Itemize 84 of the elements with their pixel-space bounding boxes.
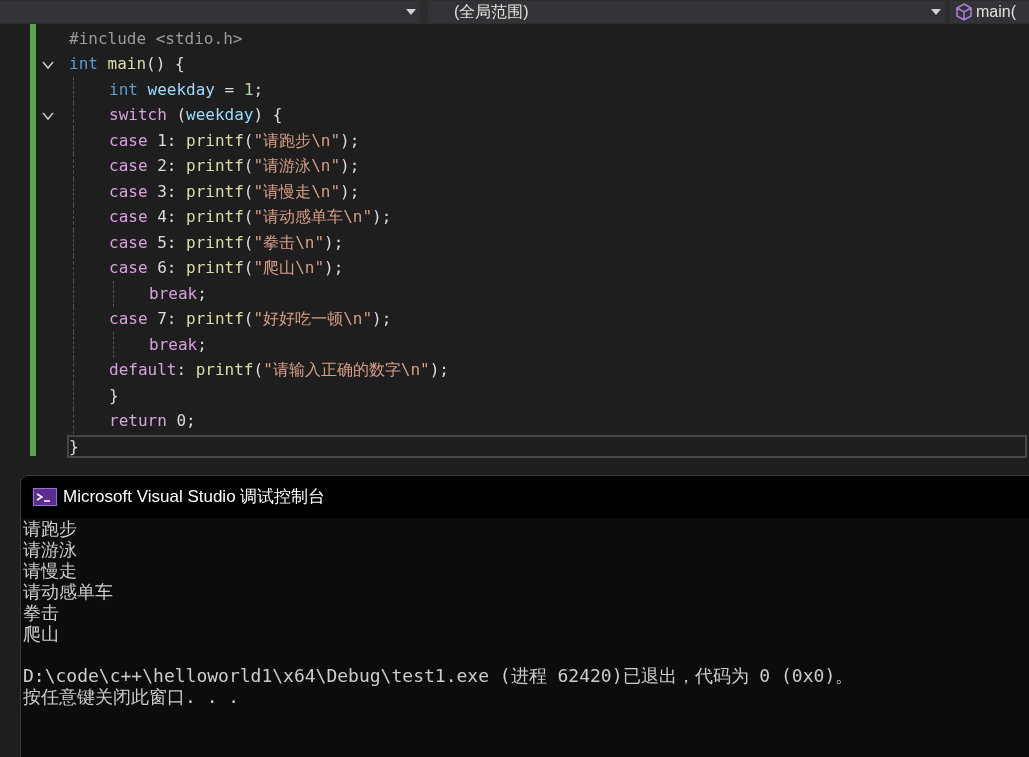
code-token: ); [340, 180, 360, 203]
code-token: printf [186, 155, 244, 178]
code-token: case [109, 180, 148, 203]
console-title: Microsoft Visual Studio 调试控制台 [63, 486, 326, 509]
code-token: "好好吃一顿\n" [253, 308, 373, 331]
console-output-line: 按任意键关闭此窗口. . . [23, 686, 240, 707]
code-token: case [109, 155, 148, 178]
code-token: case [109, 129, 148, 152]
code-token: } [69, 435, 79, 458]
code-token: 4: [156, 206, 178, 229]
code-token: ( [175, 104, 187, 127]
console-output-line: 请慢走 [23, 560, 77, 581]
code-token: "请游泳\n" [253, 155, 341, 178]
code-token: 7: [156, 308, 178, 331]
console-output-line: 爬山 [23, 623, 59, 644]
code-token: "请输入正确的数字\n" [263, 359, 430, 382]
console-output-line: 请游泳 [23, 539, 77, 560]
code-token: int [69, 53, 99, 76]
code-token: ( [243, 231, 254, 254]
code-token: printf [186, 257, 244, 280]
code-token: ; [197, 282, 207, 305]
code-token: printf [186, 180, 244, 203]
code-token: case [109, 257, 148, 280]
code-token: 1 [243, 78, 254, 101]
code-token: () { [146, 53, 185, 76]
code-token: ); [429, 359, 449, 382]
code-token: printf [186, 308, 244, 331]
code-token: "请动感单车\n" [253, 206, 373, 229]
code-token: break [149, 282, 198, 305]
code-token: : [176, 359, 188, 382]
code-token: main [107, 53, 147, 76]
code-token: ( [243, 180, 254, 203]
code-token: #include <stdio.h> [69, 27, 243, 50]
dropdown-caret-icon [406, 9, 416, 15]
code-token: ); [372, 308, 392, 331]
code-token: ; [197, 333, 207, 356]
code-token: ); [340, 129, 360, 152]
code-token: 1: [156, 129, 178, 152]
code-token: "拳击\n" [253, 231, 325, 254]
code-token: "请跑步\n" [253, 129, 341, 152]
code-token: return [109, 410, 167, 433]
code-token: ( [243, 257, 254, 280]
code-token: printf [186, 231, 244, 254]
code-token: ); [324, 231, 344, 254]
scope-dropdown[interactable]: (全局范围) [428, 1, 945, 23]
code-token: 3: [156, 180, 178, 203]
code-token: case [109, 206, 148, 229]
code-token: weekday [186, 104, 254, 127]
code-token: default [109, 359, 177, 382]
code-token: ) { [253, 104, 283, 127]
code-token: switch [109, 104, 167, 127]
code-token: ( [243, 308, 254, 331]
code-token: 5: [156, 231, 178, 254]
code-token: printf [186, 206, 244, 229]
code-token: "爬山\n" [253, 257, 325, 280]
code-token: int [109, 78, 139, 101]
code-token: 6: [156, 257, 178, 280]
console-app-icon [33, 488, 57, 506]
code-token: ( [243, 129, 254, 152]
code-token: = [223, 78, 236, 101]
code-token: break [149, 333, 198, 356]
code-token: } [109, 384, 119, 407]
code-token: case [109, 308, 148, 331]
code-token: ( [243, 206, 254, 229]
code-token: ( [253, 359, 264, 382]
code-token: 0; [175, 410, 196, 433]
code-token: case [109, 231, 148, 254]
code-token: printf [186, 129, 244, 152]
console-output-line: D:\code\c++\helloworld1\x64\Debug\test1.exe (进程 62420)已退出，代码为 0 (0x0)。 [23, 665, 854, 686]
code-token: ); [324, 257, 344, 280]
code-token: "请慢走\n" [253, 180, 341, 203]
code-token: ); [372, 206, 392, 229]
code-token: ( [243, 155, 254, 178]
code-token: printf [195, 359, 254, 382]
console-output-line: 拳击 [23, 602, 59, 623]
code-token: ; [253, 78, 264, 101]
console-output-line: 请跑步 [23, 518, 77, 539]
code-token: ); [340, 155, 360, 178]
code-token: 2: [156, 155, 178, 178]
console-output-line: 请动感单车 [23, 581, 113, 602]
dropdown-caret-icon [931, 9, 941, 15]
cube-icon [956, 3, 972, 21]
member-dropdown[interactable]: main( [950, 1, 1029, 23]
code-token: weekday [147, 78, 215, 101]
